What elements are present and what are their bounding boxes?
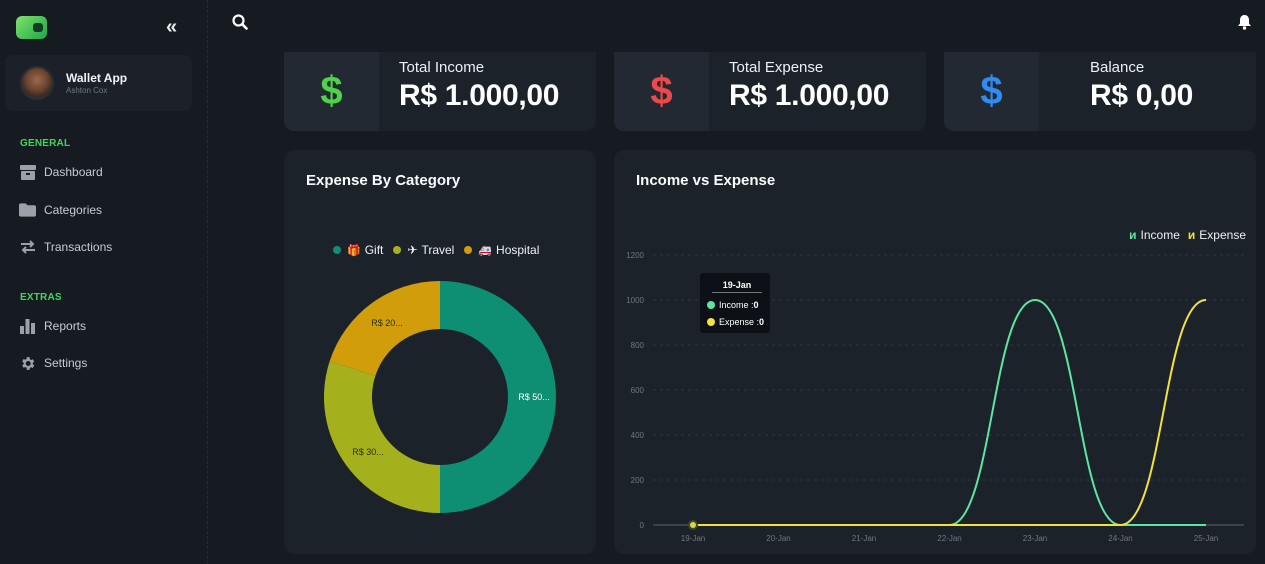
series-line-expense	[693, 299, 1207, 527]
section-extras-label: EXTRAS	[20, 292, 62, 303]
gear-icon	[19, 355, 36, 372]
sidebar-item-settings[interactable]: Settings	[19, 352, 87, 374]
sidebar-item-categories[interactable]: Categories	[19, 199, 102, 221]
sidebar-item-label: Settings	[44, 356, 88, 370]
x-tick-label: 19-Jan	[681, 534, 705, 543]
profile-name: Wallet App	[66, 71, 128, 85]
hover-marker	[688, 520, 698, 530]
total-expense-card: $ Total Expense R$ 1.000,00	[614, 52, 926, 131]
dollar-icon: $	[614, 52, 709, 131]
donut-slice-hospital	[329, 281, 440, 376]
profile-subtitle: Ashton Cox	[66, 86, 108, 95]
search-icon[interactable]	[232, 14, 248, 30]
x-tick-label: 25-Jan	[1194, 534, 1218, 543]
dollar-icon: $	[284, 52, 379, 131]
y-tick-label: 200	[631, 476, 645, 485]
sidebar-item-label: Reports	[44, 319, 87, 333]
x-tick-label: 23-Jan	[1023, 534, 1047, 543]
x-tick-label: 21-Jan	[852, 534, 876, 543]
x-tick-label: 20-Jan	[766, 534, 790, 543]
folder-icon	[19, 202, 36, 219]
tooltip-income-row: Income : 0	[707, 300, 759, 310]
donut-slice-label: R$ 30...	[352, 447, 384, 457]
donut-slice-travel	[323, 361, 440, 513]
sidebar-item-label: Categories	[44, 203, 103, 217]
section-general-label: GENERAL	[20, 138, 71, 149]
y-tick-label: 400	[631, 431, 645, 440]
series-line-income	[693, 298, 1206, 527]
income-vs-expense-panel: Income vs Expense ᴎ Income ᴎ Expense 0 200 4…	[614, 150, 1256, 554]
total-income-card: $ Total Income R$ 1.000,00	[284, 52, 596, 131]
box-icon	[19, 164, 36, 181]
donut-slice-label: R$ 50...	[518, 392, 550, 402]
donut-slice-label: R$ 20...	[371, 318, 403, 328]
tooltip-title: 19-Jan	[712, 280, 762, 293]
bar-chart-icon	[19, 318, 36, 335]
sidebar-item-transactions[interactable]: Transactions	[19, 236, 112, 258]
profile-card[interactable]: Wallet App Ashton Cox	[5, 55, 192, 111]
balance-card: $ Balance R$ 0,00	[944, 52, 1256, 131]
y-tick-label: 600	[631, 386, 645, 395]
y-tick-label: 1200	[626, 251, 644, 260]
wallet-logo-icon	[16, 16, 47, 39]
total-income-label: Total Income	[399, 59, 485, 76]
line-chart: 0 200 400 600 800 1000 1200 19-Jan 20-Jan 21-Jan 2…	[626, 251, 1244, 543]
donut-chart: R$ 50... R$ 30... R$ 20...	[323, 281, 556, 513]
expense-by-category-panel: Expense By Category 🎁 Gift ✈ Travel 🚑 Hospi…	[284, 150, 596, 554]
collapse-sidebar-button[interactable]: «	[166, 17, 177, 37]
y-tick-label: 1000	[626, 296, 644, 305]
sidebar-item-label: Dashboard	[44, 165, 103, 179]
sidebar-item-reports[interactable]: Reports	[19, 315, 86, 337]
arrows-icon	[19, 239, 36, 256]
chart-tooltip: 19-Jan Income : 0 Expense : 0	[700, 273, 770, 333]
avatar	[20, 66, 54, 100]
total-income-value: R$ 1.000,00	[399, 79, 560, 112]
bell-icon[interactable]	[1237, 14, 1252, 30]
sidebar-item-label: Transactions	[44, 240, 113, 254]
x-tick-label: 24-Jan	[1108, 534, 1132, 543]
tooltip-expense-row: Expense : 0	[707, 317, 764, 327]
balance-value: R$ 0,00	[1090, 79, 1193, 112]
sidebar-item-dashboard[interactable]: Dashboard	[19, 161, 103, 183]
sidebar: « Wallet App Ashton Cox GENERAL Dashboar…	[0, 0, 208, 564]
total-expense-label: Total Expense	[729, 59, 824, 76]
y-tick-label: 800	[631, 341, 645, 350]
x-tick-label: 22-Jan	[937, 534, 961, 543]
total-expense-value: R$ 1.000,00	[729, 79, 890, 112]
y-tick-label: 0	[640, 521, 645, 530]
dollar-icon: $	[944, 52, 1039, 131]
balance-label: Balance	[1090, 59, 1145, 76]
